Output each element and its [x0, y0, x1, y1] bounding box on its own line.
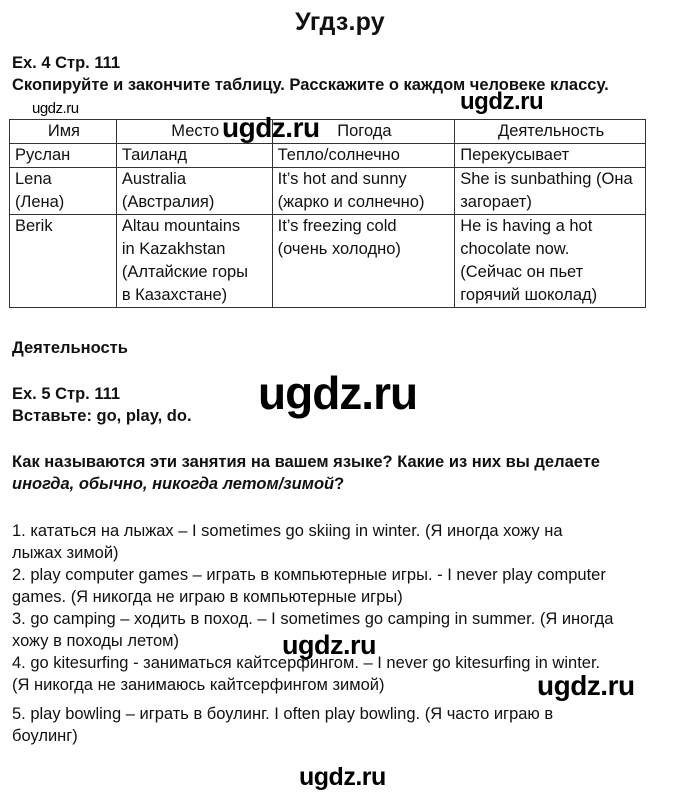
answer-line: 1. кататься на лыжах – I sometimes go sk… [12, 522, 563, 540]
cell-line: (жарко и солнечно) [277, 193, 425, 211]
ex5-question-line1: Как называются эти занятия на вашем язык… [12, 453, 600, 471]
table-row: Lena (Лена) Australia (Австралия) It’s h… [9, 167, 646, 215]
cell-line: It’s freezing cold [277, 217, 397, 235]
header-activity: Деятельность [454, 119, 646, 144]
answer-item: 5. play bowling – играть в боулинг. I of… [12, 703, 672, 747]
site-title: Угдз.ру [295, 8, 385, 36]
header-name: Имя [9, 119, 117, 144]
cell-weather: Тепло/солнечно [271, 143, 456, 168]
watermark: ugdz.ru [282, 630, 376, 660]
cell-line: Berik [15, 217, 53, 235]
table-header-row: Имя Место Погода Деятельность [9, 119, 646, 144]
watermark: ugdz.ru [460, 88, 544, 115]
ex5-instruction: Вставьте: go, play, do. [12, 407, 192, 425]
activity-table: Имя Место Погода Деятельность Руслан Таи… [9, 119, 646, 308]
cell-weather: It’s freezing cold (очень холодно) [271, 214, 456, 308]
cell-line: (Лена) [15, 193, 65, 211]
ex5-question-italic: иногда, обычно, никогда летом/зимой [12, 475, 335, 493]
answer-item: 2. play computer games – играть в компью… [12, 564, 672, 608]
cell-weather: It’s hot and sunny (жарко и солнечно) [271, 167, 456, 215]
cell-line: загорает) [460, 193, 532, 211]
ex5-question-line2: иногда, обычно, никогда летом/зимой? [12, 473, 672, 495]
cell-place: Altau mountains in Kazakhstan (Алтайские… [115, 214, 273, 308]
watermark: ugdz.ru [537, 670, 635, 701]
answer-item: 1. кататься на лыжах – I sometimes go sk… [12, 520, 672, 564]
watermark: ugdz.ru [258, 367, 418, 419]
cell-line: in Kazakhstan [121, 240, 226, 258]
cell-place: Таиланд [115, 143, 273, 168]
cell-line: в Казахстане) [121, 286, 228, 304]
table-row: Руслан Таиланд Тепло/солнечно Перекусыва… [9, 143, 646, 168]
cell-line: Australia [121, 170, 187, 188]
cell-line: Тепло/солнечно [277, 146, 400, 164]
section-label: Деятельность [12, 339, 128, 357]
answer-line: games. (Я никогда не играю в компьютерны… [12, 588, 403, 606]
cell-line: (Сейчас он пьет [460, 263, 584, 281]
cell-line: Перекусывает [460, 146, 570, 164]
ex5-title: Ex. 5 Стр. 111 [12, 385, 121, 403]
cell-line: (Алтайские горы [121, 263, 249, 281]
cell-line: He is having a hot [460, 217, 593, 235]
cell-line: It’s hot and sunny [277, 170, 407, 188]
cell-line: Руслан [15, 146, 71, 164]
table-row: Berik Altau mountains in Kazakhstan (Алт… [9, 214, 646, 308]
answer-line: боулинг) [12, 727, 78, 745]
cell-line: chocolate now. [460, 240, 570, 258]
answer-line: 3. go camping – ходить в поход. – I some… [12, 610, 614, 628]
cell-line: She is sunbathing (Она [460, 170, 633, 188]
cell-activity: Перекусывает [454, 143, 646, 168]
cell-line: (очень холодно) [277, 240, 401, 258]
cell-line: (Австралия) [121, 193, 215, 211]
cell-line: Lena [15, 170, 52, 188]
cell-activity: He is having a hot chocolate now. (Сейча… [454, 214, 646, 308]
cell-name: Berik [9, 214, 117, 308]
answer-line: лыжах зимой) [12, 544, 119, 562]
cell-name: Lena (Лена) [9, 167, 117, 215]
ex5-question-end: ? [334, 475, 345, 493]
cell-name: Руслан [9, 143, 117, 168]
cell-line: горячий шоколад) [460, 286, 598, 304]
cell-place: Australia (Австралия) [115, 167, 273, 215]
cell-line: Таиланд [121, 146, 188, 164]
cell-line: Altau mountains [121, 217, 241, 235]
answer-line: 5. play bowling – играть в боулинг. I of… [12, 705, 554, 723]
watermark: ugdz.ru [222, 112, 320, 143]
ex4-title: Ex. 4 Стр. 111 [12, 54, 121, 72]
watermark: ugdz.ru [299, 763, 386, 791]
cell-activity: She is sunbathing (Она загорает) [454, 167, 646, 215]
watermark: ugdz.ru [32, 100, 79, 117]
answer-line: 2. play computer games – играть в компью… [12, 566, 606, 584]
